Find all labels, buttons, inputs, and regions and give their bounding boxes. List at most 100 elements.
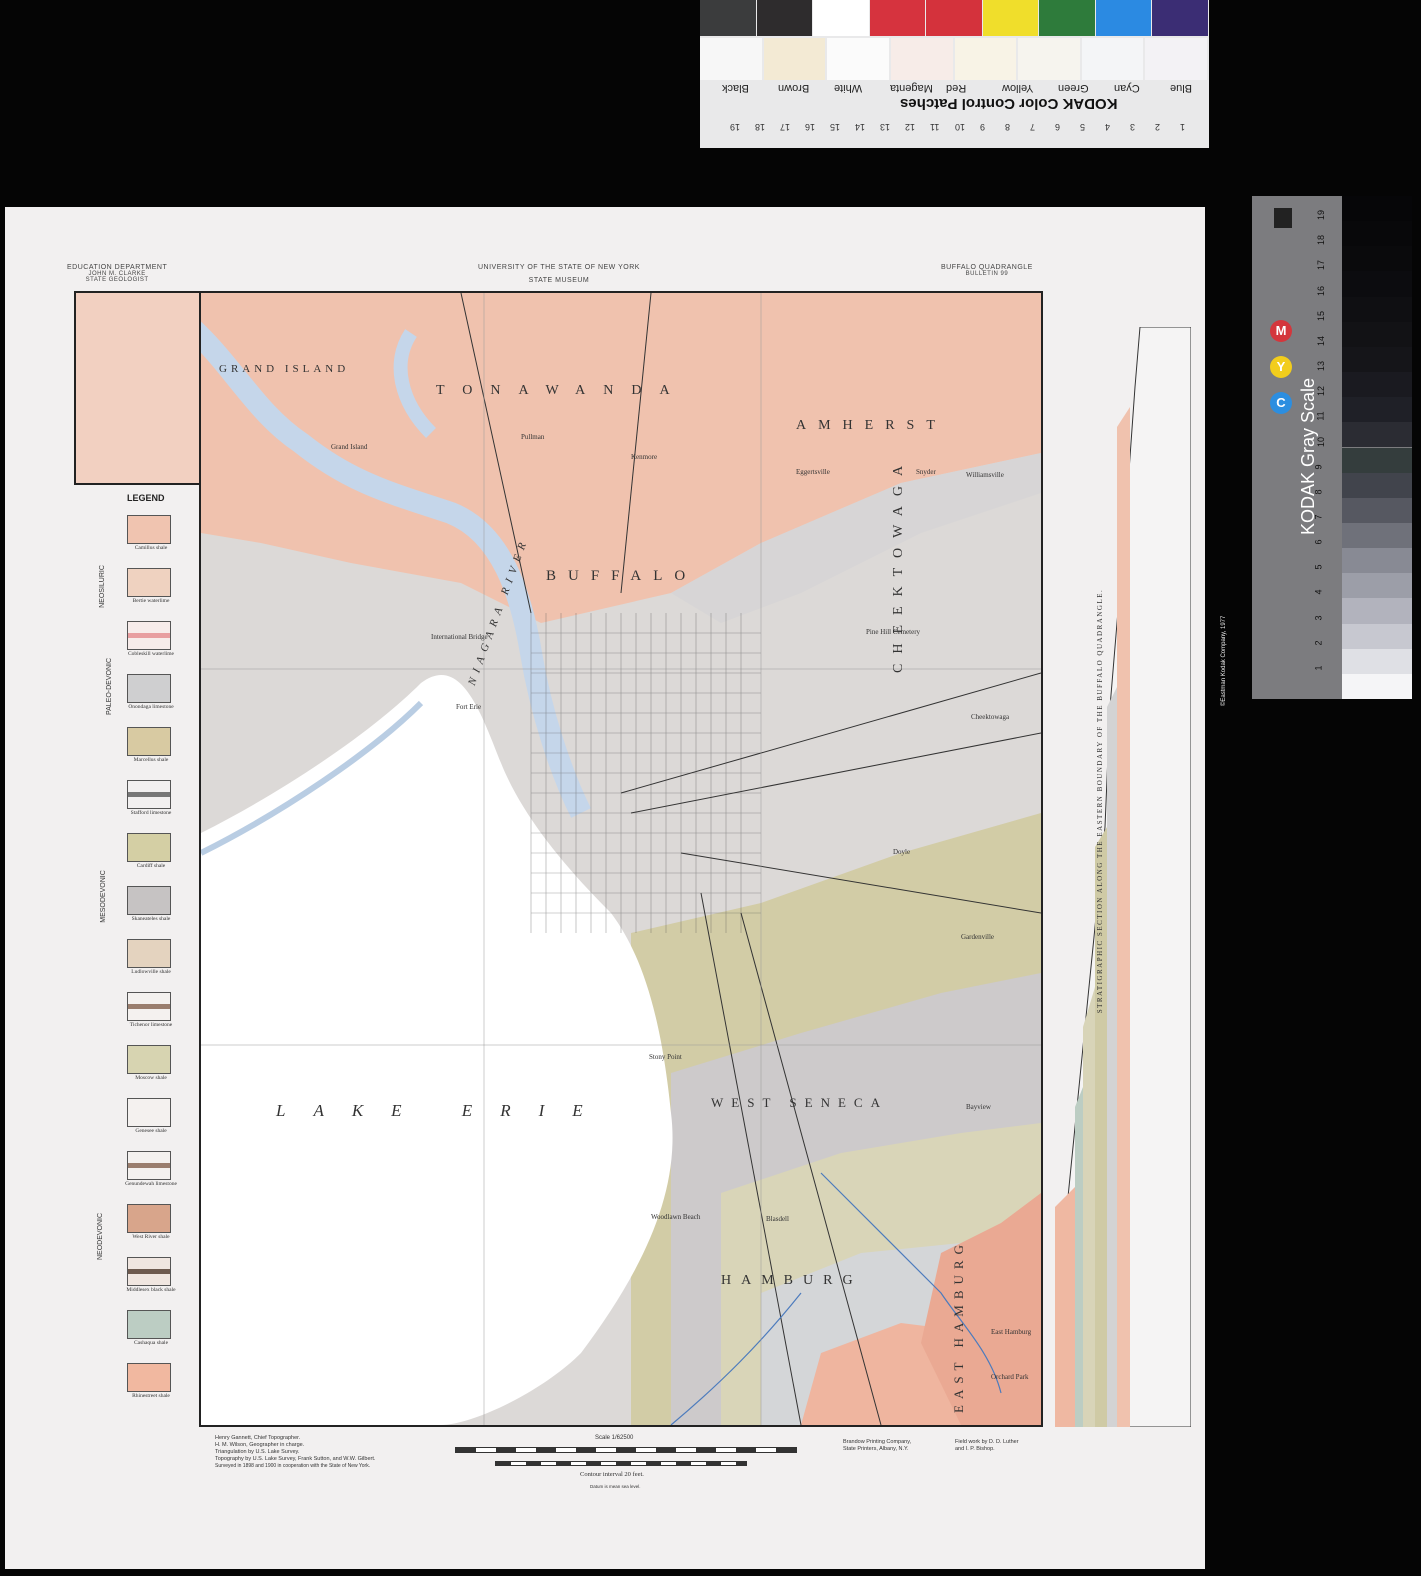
town-doyle: Doyle (893, 848, 911, 856)
gray-step (1342, 623, 1412, 649)
gray-step (1342, 196, 1412, 222)
gray-step-number: 6 (1313, 539, 1324, 545)
ruler-number: 11 (930, 122, 940, 132)
datum-note: Datum is mean sea level. (590, 1484, 641, 1489)
color-patch-light (1018, 38, 1080, 80)
patch-name-label: Magenta (890, 82, 933, 94)
header-right: BUFFALO QUADRANGLE BULLETIN 99 (941, 264, 1033, 277)
scale-label: Scale 1/62500 (595, 1435, 634, 1441)
label-buffalo: BUFFALO (546, 568, 698, 584)
credit-line-5: Surveyed in 1898 and 1900 in cooperation… (215, 1463, 371, 1469)
legend-stripe (128, 1163, 170, 1168)
patch-name-label: Black (722, 82, 749, 94)
gray-step (1342, 271, 1412, 297)
town-blasdell: Blasdell (766, 1215, 789, 1223)
cyan-dot-icon: C (1270, 392, 1292, 414)
town-international-bridge: International Bridge (431, 633, 488, 641)
gray-step-number: 4 (1313, 589, 1324, 595)
ruler-number: 12 (905, 122, 916, 132)
gray-step (1342, 573, 1412, 599)
legend-swatch (127, 1151, 171, 1180)
legend-swatch (127, 1310, 171, 1339)
legend-swatch (127, 833, 171, 862)
geology-map (201, 293, 1041, 1425)
ruler-number: 15 (830, 122, 841, 132)
header-quadrangle: BUFFALO QUADRANGLE (941, 264, 1033, 271)
header-geologist-title: STATE GEOLOGIST (85, 277, 149, 283)
gray-step-number: 13 (1316, 361, 1327, 372)
gray-step (1342, 221, 1412, 247)
legend-swatch (127, 1257, 171, 1286)
legend-label: Cardiff shale (136, 863, 166, 869)
legend-label: Stafford limestone (130, 810, 172, 816)
ruler-number: 2 (1155, 122, 1161, 132)
gray-step (1342, 472, 1412, 498)
ruler-number: 7 (1030, 122, 1036, 132)
credit-line-3: Triangulation by U.S. Lake Survey. (215, 1449, 300, 1455)
header-university: UNIVERSITY OF THE STATE OF NEW YORK (478, 264, 640, 271)
gray-step (1342, 246, 1412, 272)
legend-label: Bertie waterlime (132, 598, 170, 604)
ruler-number: 19 (730, 122, 741, 132)
legend-title: LEGEND (127, 493, 165, 503)
patch-name-label: Cyan (1114, 82, 1140, 94)
label-amherst: AMHERST (796, 418, 947, 433)
section-onondaga (1107, 687, 1117, 1427)
legend-label: Onondaga limestone (128, 704, 174, 710)
gray-step-number: 14 (1316, 335, 1327, 346)
header-left: EDUCATION DEPARTMENT JOHN M. CLARKE STAT… (67, 264, 167, 283)
gray-step (1342, 422, 1412, 448)
color-patch-light (1081, 38, 1144, 80)
town-grand-island: Grand Island (331, 443, 368, 451)
color-patch (756, 0, 813, 36)
town-cheektowaga: Cheektowaga (971, 713, 1010, 721)
kodak-gray-scale-card: 1 2 3 4 5 6 7 8 9 10 11 12 13 14 15 16 17 18 19 KODAK Gray… (1221, 196, 1412, 706)
gray-step-number: 18 (1316, 235, 1327, 246)
legend-label: Moscow shale (135, 1075, 167, 1081)
ruler-number: 9 (980, 122, 986, 132)
legend-label: Genesee shale (135, 1128, 167, 1134)
legend-label: Tichenor limestone (129, 1022, 173, 1028)
color-patch (1095, 0, 1152, 36)
legend-swatch (127, 992, 171, 1021)
color-patch (926, 0, 982, 36)
color-patch (1039, 0, 1095, 36)
color-patch-light (1145, 38, 1207, 80)
section-title: STRATIGRAPHIC SECTION ALONG THE EASTERN … (1096, 588, 1104, 1014)
field-line-2: and I. P. Bishop. (955, 1446, 995, 1452)
yellow-dot-icon: Y (1270, 356, 1292, 378)
color-patch (813, 0, 869, 36)
ruler-number: 3 (1130, 122, 1136, 132)
gray-step (1342, 346, 1412, 373)
gray-step-number: 3 (1313, 615, 1324, 621)
section-rhinestreet (1055, 1187, 1075, 1427)
ruler-number: 18 (755, 122, 766, 132)
color-patch (1152, 0, 1208, 36)
legend-swatch (127, 1045, 171, 1074)
stratigraphic-section: STRATIGRAPHIC SECTION ALONG THE EASTERN … (1055, 327, 1191, 1427)
legend-label: West River shale (132, 1234, 170, 1240)
header-center: UNIVERSITY OF THE STATE OF NEW YORK STAT… (478, 264, 640, 284)
header-dept: EDUCATION DEPARTMENT (67, 264, 168, 271)
printer: Brandow Printing Company, State Printers… (843, 1439, 911, 1453)
legend-swatch (127, 568, 171, 597)
town-orchard-park: Orchard Park (991, 1373, 1029, 1381)
town-williamsville: Williamsville (966, 471, 1004, 479)
color-patch (982, 0, 1039, 36)
section-moscow (1083, 987, 1095, 1427)
patch-name-label: Green (1058, 82, 1089, 94)
era-neodevonic: NEODEVONIC (97, 1212, 105, 1261)
legend-swatch (127, 674, 171, 703)
magenta-dot-icon: M (1270, 320, 1292, 342)
field-line-1: Field work by D. D. Luther (955, 1439, 1019, 1445)
color-card-title: KODAK Color Control Patches (900, 95, 1118, 112)
section-cashaqua (1075, 1087, 1083, 1427)
gray-step-number: 2 (1313, 640, 1324, 646)
legend-swatch (127, 727, 171, 756)
gray-step (1342, 548, 1412, 574)
field-work: Field work by D. D. Luther and I. P. Bis… (955, 1439, 1019, 1453)
gray-step-number: 15 (1316, 310, 1327, 321)
patch-name-label: White (834, 82, 863, 94)
legend-swatch (127, 515, 171, 544)
legend-stripe (128, 1004, 170, 1009)
